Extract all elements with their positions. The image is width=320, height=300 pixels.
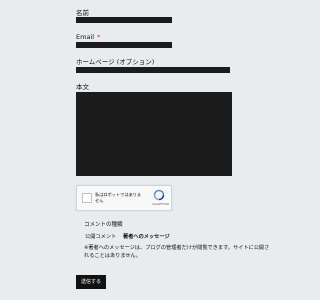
comment-type-title: コメントの種類 [84,222,123,228]
required-mark: * [97,33,101,41]
body-label-text: 本文 [76,83,89,91]
website-label: ホームページ (オプション) [76,58,154,66]
name-label-text: 名前 [76,9,89,17]
email-label: Email * [76,33,100,41]
author-message-note: ※著者へのメッセージは、ブログの管理者だけが閲覧できます。サイトに公開されること… [84,245,270,259]
body-textarea[interactable] [76,92,232,176]
recaptcha-widget: 私はロボットではありません reCAPTCHA [76,185,172,211]
comment-form: 名前 Email * ホームページ (オプション) 本文 私はロボットではありませ… [76,0,300,300]
name-label: 名前 [76,9,89,17]
comment-type-author[interactable]: 著者へのメッセージ [123,233,170,240]
recaptcha-logo-icon [153,189,165,201]
website-label-text: ホームページ (オプション) [76,58,155,66]
name-input[interactable] [76,17,172,23]
recaptcha-brand: reCAPTCHA [151,202,169,206]
submit-button[interactable]: 送信する [76,275,106,289]
recaptcha-checkbox[interactable] [82,193,92,203]
email-input[interactable] [76,42,172,48]
body-label: 本文 [76,83,89,91]
email-label-text: Email [76,33,95,41]
comment-type-public[interactable]: 公開コメント [85,233,116,240]
recaptcha-label: 私はロボットではありません [95,192,142,203]
website-input[interactable] [76,67,230,73]
